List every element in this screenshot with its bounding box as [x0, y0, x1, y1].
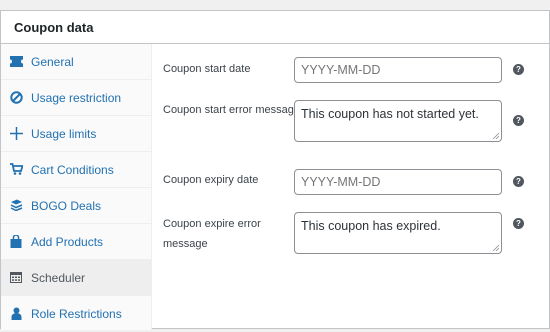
expire-error-label: Coupon expire error: [163, 218, 261, 230]
help-icon[interactable]: ?: [513, 64, 524, 75]
scheduler-panel: Coupon start date YYYY-MM-DD ? Coupon st…: [153, 44, 549, 330]
tab-label: Add Products: [31, 235, 104, 249]
tab-label: General: [31, 55, 74, 69]
panel-header: Coupon data: [1, 11, 549, 44]
block-icon: [9, 90, 23, 104]
bag-icon: [9, 234, 23, 248]
cart-icon: [9, 162, 23, 176]
resize-handle-icon[interactable]: [492, 132, 499, 139]
tab-scheduler[interactable]: Scheduler: [1, 260, 152, 296]
tab-usage-restriction[interactable]: Usage restriction: [1, 80, 152, 116]
help-icon[interactable]: ?: [513, 218, 524, 229]
start-error-text: This coupon has not started yet.: [301, 107, 479, 121]
expire-error-label-cont: message: [163, 238, 208, 250]
expire-error-text: This coupon has expired.: [301, 219, 441, 233]
help-icon[interactable]: ?: [513, 115, 524, 126]
tab-bogo-deals[interactable]: BOGO Deals: [1, 188, 152, 224]
tab-role-restrictions[interactable]: Role Restrictions: [1, 296, 152, 332]
resize-handle-icon[interactable]: [492, 244, 499, 251]
tab-label: Usage restriction: [31, 91, 122, 105]
move-icon: [9, 126, 23, 140]
start-error-textarea[interactable]: This coupon has not started yet.: [294, 100, 502, 142]
tab-label: Role Restrictions: [31, 307, 122, 321]
tab-label: Cart Conditions: [31, 163, 114, 177]
help-icon[interactable]: ?: [513, 176, 524, 187]
expiry-date-input[interactable]: YYYY-MM-DD: [294, 169, 502, 195]
panel-title: Coupon data: [14, 20, 94, 35]
start-error-label: Coupon start error message: [163, 104, 300, 116]
coupon-data-panel: Coupon data General Usage restriction Us…: [0, 10, 550, 330]
calendar-icon: [9, 270, 23, 284]
ticket-icon: [9, 54, 23, 68]
user-icon: [9, 306, 23, 320]
expire-error-textarea[interactable]: This coupon has expired.: [294, 212, 502, 254]
tab-add-products[interactable]: Add Products: [1, 224, 152, 260]
stack-icon: [9, 198, 23, 212]
tab-label: Scheduler: [31, 271, 86, 285]
coupon-tabs-sidebar: General Usage restriction Usage limits C…: [1, 44, 152, 330]
tab-cart-conditions[interactable]: Cart Conditions: [1, 152, 152, 188]
tab-label: Usage limits: [31, 127, 97, 141]
tab-usage-limits[interactable]: Usage limits: [1, 116, 152, 152]
tab-general[interactable]: General: [1, 44, 152, 80]
expiry-date-label: Coupon expiry date: [163, 174, 259, 186]
tab-label: BOGO Deals: [31, 199, 102, 213]
start-date-input[interactable]: YYYY-MM-DD: [294, 57, 502, 83]
start-date-label: Coupon start date: [163, 63, 251, 75]
